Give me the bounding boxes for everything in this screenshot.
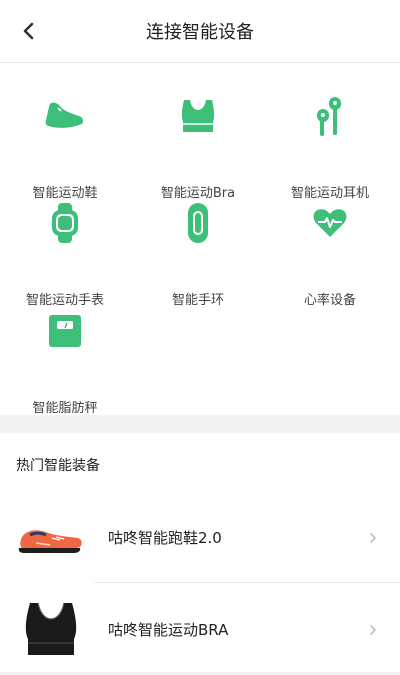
device-label: 智能运动手表 bbox=[25, 293, 104, 308]
product-name: 咕咚智能跑鞋2.0 bbox=[108, 529, 222, 547]
earphones-icon bbox=[310, 96, 350, 136]
top-bar: 连接智能设备 bbox=[0, 0, 400, 63]
product-item-running-shoe[interactable]: 咕咚智能跑鞋2.0 bbox=[0, 493, 400, 583]
device-tile-smart-band[interactable]: 智能手环 bbox=[133, 203, 263, 308]
heart-rate-icon bbox=[310, 203, 350, 243]
device-tile-smart-shoes[interactable]: 智能运动鞋 bbox=[0, 96, 130, 201]
device-label: 智能手环 bbox=[171, 293, 224, 308]
device-label: 智能脂肪秤 bbox=[32, 401, 98, 416]
hot-equipment-section: 热门智能装备 咕咚智能跑鞋2.0 咕咚智能运动BRA bbox=[0, 433, 400, 672]
device-tile-smart-scale[interactable]: 智能脂肪秤 bbox=[0, 311, 130, 416]
device-label: 智能运动鞋 bbox=[32, 186, 98, 201]
chevron-right-icon bbox=[370, 625, 376, 635]
section-title: 热门智能装备 bbox=[16, 458, 100, 474]
sports-bra-image bbox=[16, 599, 86, 661]
product-name: 咕咚智能运动BRA bbox=[108, 621, 229, 639]
device-tile-heart-rate[interactable]: 心率设备 bbox=[265, 203, 395, 308]
product-item-sports-bra[interactable]: 咕咚智能运动BRA bbox=[0, 585, 400, 675]
running-shoe-image bbox=[16, 507, 86, 569]
chevron-right-icon bbox=[370, 533, 376, 543]
scale-icon bbox=[45, 311, 85, 351]
page-title: 连接智能设备 bbox=[146, 22, 254, 43]
device-tile-smart-bra[interactable]: 智能运动Bra bbox=[133, 96, 263, 201]
list-divider bbox=[94, 582, 400, 583]
device-tile-smart-earphones[interactable]: 智能运动耳机 bbox=[265, 96, 395, 201]
device-tile-smart-watch[interactable]: 智能运动手表 bbox=[0, 203, 130, 308]
wristband-icon bbox=[178, 203, 218, 243]
sports-bra-icon bbox=[178, 96, 218, 136]
smartwatch-icon bbox=[45, 203, 85, 243]
sneaker-icon bbox=[45, 96, 85, 136]
device-label: 智能运动Bra bbox=[160, 186, 236, 201]
device-label: 智能运动耳机 bbox=[290, 186, 369, 201]
device-grid: 智能运动鞋 智能运动Bra 智能运动耳机 智能运动手表 智能手环 心率设备 智能… bbox=[0, 63, 400, 416]
device-label: 心率设备 bbox=[303, 293, 356, 308]
